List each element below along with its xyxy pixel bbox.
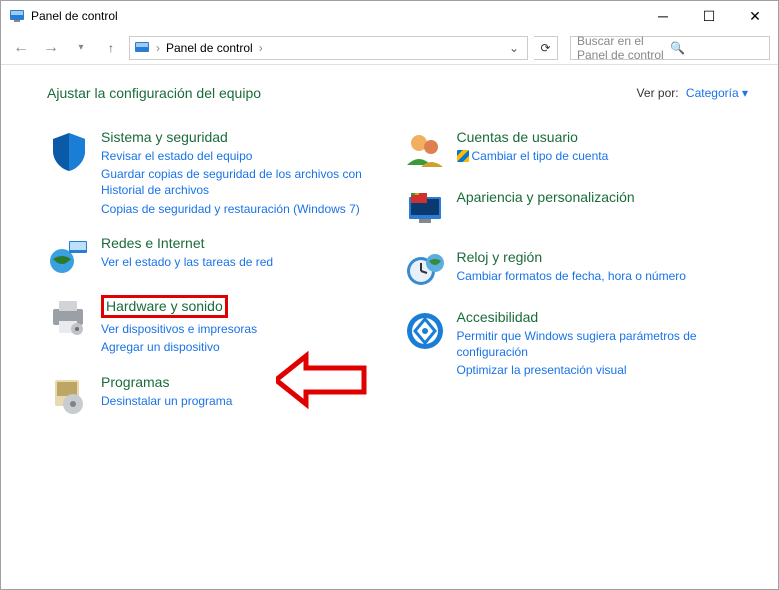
review-status-link[interactable]: Revisar el estado del equipo <box>101 148 393 164</box>
back-button[interactable]: ← <box>9 36 33 60</box>
view-by[interactable]: Ver por: Categoría ▾ <box>637 86 748 100</box>
file-history-link[interactable]: Guardar copias de seguridad de los archi… <box>101 166 393 198</box>
breadcrumb-sep[interactable]: › <box>154 41 162 55</box>
maximize-button[interactable]: ☐ <box>686 1 732 31</box>
refresh-button[interactable]: ⟳ <box>534 36 558 60</box>
printer-icon <box>47 295 91 339</box>
user-accounts-link[interactable]: Cuentas de usuario <box>457 129 749 145</box>
window-title: Panel de control <box>31 9 640 23</box>
change-account-type-link[interactable]: Cambiar el tipo de cuenta <box>457 148 749 164</box>
title-bar: Panel de control ─ ☐ ✕ <box>1 1 778 31</box>
uninstall-link[interactable]: Desinstalar un programa <box>101 393 393 409</box>
page-title: Ajustar la configuración del equipo <box>47 85 637 101</box>
chevron-down-icon: ▾ <box>742 86 748 100</box>
right-column: Cuentas de usuario Cambiar el tipo de cu… <box>403 129 749 434</box>
date-format-link[interactable]: Cambiar formatos de fecha, hora o número <box>457 268 749 284</box>
control-panel-icon <box>9 8 25 24</box>
content-area: Ajustar la configuración del equipo Ver … <box>1 65 778 454</box>
programs-link[interactable]: Programas <box>101 374 393 390</box>
search-input[interactable]: Buscar en el Panel de control 🔍 <box>570 36 770 60</box>
up-button[interactable]: ↑ <box>99 36 123 60</box>
suggest-params-link[interactable]: Permitir que Windows sugiera parámetros … <box>457 328 749 360</box>
hardware-sound-highlight: Hardware y sonido <box>101 295 228 318</box>
left-column: Sistema y seguridad Revisar el estado de… <box>47 129 393 434</box>
clock-region-link[interactable]: Reloj y región <box>457 249 749 265</box>
category-network: Redes e Internet Ver el estado y las tar… <box>47 235 393 279</box>
control-panel-icon <box>134 40 150 56</box>
category-user-accounts: Cuentas de usuario Cambiar el tipo de cu… <box>403 129 749 173</box>
appearance-link[interactable]: Apariencia y personalización <box>457 189 749 205</box>
forward-button[interactable]: → <box>39 36 63 60</box>
accessibility-link[interactable]: Accesibilidad <box>457 309 749 325</box>
search-placeholder: Buscar en el Panel de control <box>577 34 670 62</box>
network-link[interactable]: Redes e Internet <box>101 235 393 251</box>
address-dropdown[interactable]: ⌄ <box>505 41 523 55</box>
viewby-label: Ver por: <box>637 86 679 100</box>
hardware-sound-link[interactable]: Hardware y sonido <box>106 299 223 314</box>
add-device-link[interactable]: Agregar un dispositivo <box>101 339 393 355</box>
category-system-security: Sistema y seguridad Revisar el estado de… <box>47 129 393 219</box>
breadcrumb[interactable]: Panel de control <box>166 41 253 55</box>
devices-printers-link[interactable]: Ver dispositivos e impresoras <box>101 321 393 337</box>
category-clock-region: Reloj y región Cambiar formatos de fecha… <box>403 249 749 293</box>
minimize-button[interactable]: ─ <box>640 1 686 31</box>
viewby-value[interactable]: Categoría <box>686 86 739 100</box>
close-button[interactable]: ✕ <box>732 1 778 31</box>
address-bar[interactable]: › Panel de control › ⌄ <box>129 36 528 60</box>
network-status-link[interactable]: Ver el estado y las tareas de red <box>101 254 393 270</box>
search-icon: 🔍 <box>670 41 763 55</box>
users-icon <box>403 129 447 173</box>
category-appearance: Apariencia y personalización <box>403 189 749 233</box>
optimize-visual-link[interactable]: Optimizar la presentación visual <box>457 362 749 378</box>
globe-icon <box>47 235 91 279</box>
breadcrumb-sep[interactable]: › <box>257 41 265 55</box>
nav-bar: ← → ▾ ↑ › Panel de control › ⌄ ⟳ Buscar … <box>1 31 778 65</box>
backup-restore-link[interactable]: Copias de seguridad y restauración (Wind… <box>101 201 393 217</box>
programs-icon <box>47 374 91 418</box>
category-accessibility: Accesibilidad Permitir que Windows sugie… <box>403 309 749 381</box>
clock-icon <box>403 249 447 293</box>
recent-dropdown[interactable]: ▾ <box>69 36 93 60</box>
category-hardware-sound: Hardware y sonido Ver dispositivos e imp… <box>47 295 393 358</box>
system-security-link[interactable]: Sistema y seguridad <box>101 129 393 145</box>
accessibility-icon <box>403 309 447 353</box>
category-programs: Programas Desinstalar un programa <box>47 374 393 418</box>
monitor-icon <box>403 189 447 233</box>
shield-icon <box>47 129 91 173</box>
